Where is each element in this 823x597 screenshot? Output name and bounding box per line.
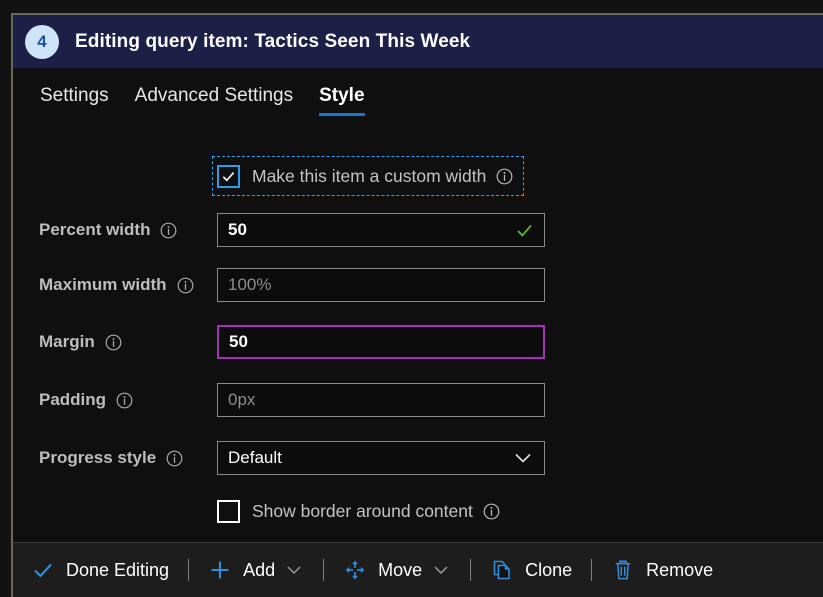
margin-field[interactable]: 50 xyxy=(217,325,545,359)
percent-width-field[interactable]: 50 xyxy=(217,213,545,247)
info-icon[interactable] xyxy=(160,222,177,239)
progress-style-dropdown[interactable]: Default xyxy=(217,441,545,475)
toolbar-divider xyxy=(470,559,471,581)
progress-style-label-text: Progress style xyxy=(39,448,156,468)
move-label: Move xyxy=(378,560,422,581)
show-border-checkbox-row[interactable]: Show border around content xyxy=(217,496,500,526)
maximum-width-label-text: Maximum width xyxy=(39,275,167,295)
toolbar-divider xyxy=(323,559,324,581)
remove-label: Remove xyxy=(646,560,713,581)
clone-button[interactable]: Clone xyxy=(490,558,572,582)
valid-check-icon xyxy=(515,221,534,240)
editor-toolbar: Done Editing Add xyxy=(13,542,823,597)
show-border-checkbox[interactable] xyxy=(217,500,240,523)
progress-style-value: Default xyxy=(228,448,506,468)
add-chevron-down-icon[interactable] xyxy=(284,560,304,580)
show-border-checkbox-label: Show border around content xyxy=(252,501,473,522)
padding-label: Padding xyxy=(39,390,133,410)
step-number-badge: 4 xyxy=(25,25,59,59)
tab-style[interactable]: Style xyxy=(306,85,377,116)
margin-input[interactable]: 50 xyxy=(229,332,533,352)
padding-label-text: Padding xyxy=(39,390,106,410)
field-row-maximum-width: Maximum width 100% xyxy=(13,267,823,303)
margin-label-text: Margin xyxy=(39,332,95,352)
progress-style-label: Progress style xyxy=(39,448,183,468)
add-label: Add xyxy=(243,560,275,581)
custom-width-checkbox[interactable] xyxy=(217,165,240,188)
clone-label: Clone xyxy=(525,560,572,581)
info-icon[interactable] xyxy=(177,277,194,294)
move-chevron-down-icon[interactable] xyxy=(431,560,451,580)
done-editing-button[interactable]: Done Editing xyxy=(31,558,169,582)
workbook-item-editor: 4 Editing query item: Tactics Seen This … xyxy=(0,0,823,597)
field-row-percent-width: Percent width 50 xyxy=(13,212,823,248)
plus-icon xyxy=(208,558,232,582)
info-icon[interactable] xyxy=(483,503,500,520)
trash-icon xyxy=(611,558,635,582)
tab-bar: Settings Advanced Settings Style xyxy=(13,68,823,116)
percent-width-label: Percent width xyxy=(39,220,177,240)
style-tab-content: Make this item a custom width Percent wi… xyxy=(13,116,823,542)
percent-width-input[interactable]: 50 xyxy=(228,220,509,240)
page-title: Editing query item: Tactics Seen This We… xyxy=(75,31,470,53)
copy-icon xyxy=(490,558,514,582)
tab-settings[interactable]: Settings xyxy=(27,85,122,116)
remove-button[interactable]: Remove xyxy=(611,558,713,582)
padding-field[interactable]: 0px xyxy=(217,383,545,417)
padding-input[interactable]: 0px xyxy=(228,390,534,410)
add-button[interactable]: Add xyxy=(208,558,275,582)
info-icon[interactable] xyxy=(105,334,122,351)
checkmark-icon xyxy=(31,558,55,582)
field-row-progress-style: Progress style Default xyxy=(13,440,823,476)
custom-width-checkbox-row[interactable]: Make this item a custom width xyxy=(217,161,519,191)
tab-advanced-settings[interactable]: Advanced Settings xyxy=(122,85,306,116)
chevron-down-icon[interactable] xyxy=(512,447,534,469)
field-row-margin: Margin 50 xyxy=(13,324,823,360)
custom-width-checkbox-label: Make this item a custom width xyxy=(252,166,486,187)
done-editing-label: Done Editing xyxy=(66,560,169,581)
toolbar-divider xyxy=(188,559,189,581)
maximum-width-label: Maximum width xyxy=(39,275,194,295)
move-button[interactable]: Move xyxy=(343,558,422,582)
info-icon[interactable] xyxy=(166,450,183,467)
maximum-width-field[interactable]: 100% xyxy=(217,268,545,302)
editor-frame: 4 Editing query item: Tactics Seen This … xyxy=(11,13,823,597)
editor-header: 4 Editing query item: Tactics Seen This … xyxy=(13,15,823,68)
checkmark-icon xyxy=(221,169,236,184)
toolbar-divider xyxy=(591,559,592,581)
field-row-padding: Padding 0px xyxy=(13,382,823,418)
margin-label: Margin xyxy=(39,332,122,352)
info-icon[interactable] xyxy=(496,168,513,185)
info-icon[interactable] xyxy=(116,392,133,409)
maximum-width-input[interactable]: 100% xyxy=(228,275,534,295)
move-arrows-icon xyxy=(343,558,367,582)
percent-width-label-text: Percent width xyxy=(39,220,150,240)
